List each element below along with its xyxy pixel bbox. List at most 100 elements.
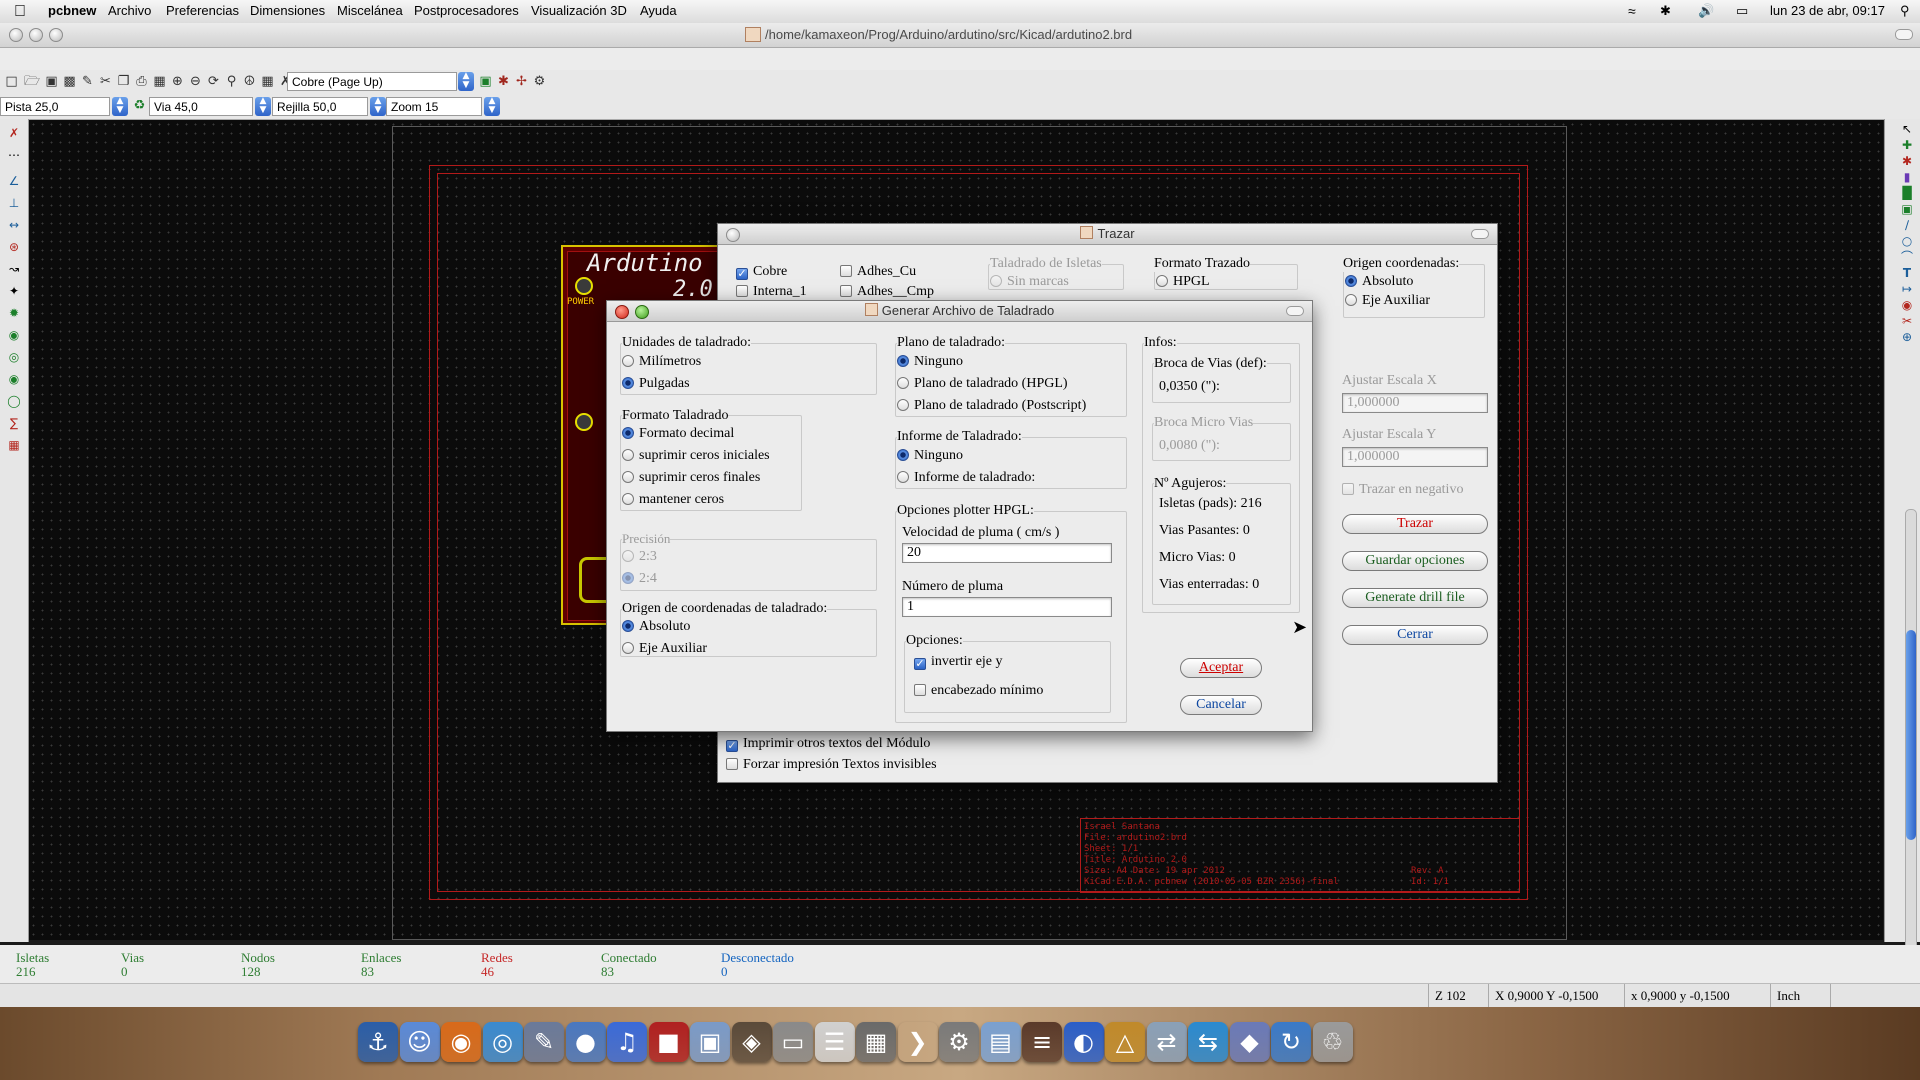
netlist-icon[interactable]: ▦	[260, 74, 275, 89]
itunes-icon[interactable]: ♫	[607, 1022, 647, 1062]
highlight-net-icon[interactable]: ✚	[1899, 137, 1915, 153]
suprimir-iniciales-radio[interactable]: suprimir ceros iniciales	[622, 448, 770, 464]
camera-icon[interactable]: ◈	[731, 1022, 772, 1062]
redraw-icon[interactable]: ⟳	[206, 74, 221, 89]
radio-icon[interactable]	[897, 377, 909, 389]
toolbar-toggle-button[interactable]	[1895, 29, 1913, 40]
save-icon[interactable]: ▣	[44, 74, 59, 89]
origen-absoluto-radio[interactable]: Absoluto	[1345, 274, 1413, 290]
drc-off-icon[interactable]: ✗	[6, 125, 22, 141]
generate-drill-file-button[interactable]: Generate drill file	[1342, 588, 1488, 608]
spotlight-search-icon[interactable]: ⚲	[1900, 3, 1910, 19]
trazar-button[interactable]: Trazar	[1342, 514, 1488, 534]
cut-icon[interactable]: ✂	[98, 74, 113, 89]
ratsnest-icon[interactable]: ✱	[496, 74, 511, 89]
checkbox-checked-icon[interactable]: ✓	[736, 268, 748, 280]
autodelete-track-icon[interactable]: ✹	[6, 305, 22, 321]
add-dimension-icon[interactable]: ↦	[1899, 281, 1915, 297]
pads-sketch-icon[interactable]: ◎	[6, 349, 22, 365]
textedit-icon[interactable]: ☰	[814, 1022, 855, 1062]
vertical-scrollbar[interactable]	[1905, 509, 1917, 951]
books-icon[interactable]: ≡	[1022, 1022, 1062, 1062]
menu-app-name[interactable]: pcbnew	[48, 3, 96, 18]
informe-ninguno-radio[interactable]: Ninguno	[897, 448, 963, 464]
scanner-icon[interactable]: ▭	[773, 1022, 813, 1062]
drill-close-button[interactable]	[615, 305, 629, 319]
radio-icon[interactable]	[622, 449, 634, 461]
package-icon[interactable]: ◆	[1229, 1022, 1270, 1062]
formato-decimal-radio[interactable]: Formato decimal	[622, 426, 734, 442]
milimetros-radio[interactable]: Milímetros	[622, 354, 701, 370]
grid-arrows[interactable]: ▲ ▼	[370, 97, 386, 116]
polar-coords-icon[interactable]: ∠	[6, 173, 22, 189]
radio-icon[interactable]	[622, 471, 634, 483]
trazar-toolbar-toggle[interactable]	[1471, 229, 1489, 239]
escala-y-input[interactable]: 1,000000	[1342, 447, 1488, 467]
cancelar-button[interactable]: Cancelar	[1180, 695, 1262, 715]
plano-hpgl-radio[interactable]: Plano de taladrado (HPGL)	[897, 376, 1068, 392]
radio-icon[interactable]	[897, 471, 909, 483]
autoplace-icon[interactable]: ⚙	[532, 74, 547, 89]
origen-eje-aux-radio[interactable]: Eje Auxiliar	[1345, 293, 1430, 309]
firefox-icon[interactable]: ◉	[441, 1022, 481, 1062]
local-ratsnest-icon[interactable]: ✱	[1899, 153, 1915, 169]
open-board-icon[interactable]: 🗁	[24, 74, 40, 89]
delete-item-icon[interactable]: ✂	[1899, 313, 1915, 329]
tracks-sketch-icon[interactable]: ◯	[6, 393, 22, 409]
layer-select[interactable]: Cobre (Page Up)	[287, 72, 457, 91]
preview-icon[interactable]: ✎	[524, 1022, 564, 1062]
add-circle-icon[interactable]: ○	[1899, 233, 1915, 249]
cursor-shape-icon[interactable]: ⊛	[6, 239, 22, 255]
radio-selected-icon[interactable]	[1345, 275, 1357, 287]
autoroute-icon[interactable]: ▣	[478, 74, 493, 89]
zoom-out-icon[interactable]: ⊖	[188, 74, 203, 89]
checkbox-checked-icon[interactable]: ✓	[914, 658, 926, 670]
radio-selected-icon[interactable]	[622, 427, 634, 439]
grid-select[interactable]: Rejilla 50,0	[272, 97, 368, 116]
grid-toggle-icon[interactable]: ⋯	[6, 147, 22, 163]
checkbox-checked-icon[interactable]: ✓	[726, 740, 738, 752]
kicad-icon[interactable]: △	[1105, 1022, 1145, 1062]
guardar-opciones-button[interactable]: Guardar opciones	[1342, 551, 1488, 571]
layer-cobre-check[interactable]: ✓ Cobre	[736, 264, 787, 280]
cerrar-button[interactable]: Cerrar	[1342, 625, 1488, 645]
battery-icon[interactable]: ▭	[1736, 3, 1748, 19]
ratsnest-toggle-icon[interactable]: ↝	[6, 261, 22, 277]
trash-icon[interactable]: ♲	[1312, 1022, 1353, 1062]
vertical-scroll-thumb[interactable]	[1906, 630, 1916, 840]
module-ratsnest-icon[interactable]: ✢	[514, 74, 529, 89]
checkbox-icon[interactable]	[914, 684, 926, 696]
layer-interna1-check[interactable]: Interna_1	[736, 284, 807, 300]
zoom-select[interactable]: Zoom 15	[386, 97, 482, 116]
track-width-select[interactable]: Pista 25,0	[0, 97, 110, 116]
zoom-arrows[interactable]: ▲ ▼	[484, 97, 500, 116]
add-text-icon[interactable]: T	[1899, 265, 1915, 281]
add-track-icon[interactable]: █	[1899, 185, 1915, 201]
via-size-arrows[interactable]: ▲ ▼	[255, 97, 271, 116]
track-width-arrows[interactable]: ▲ ▼	[112, 97, 128, 116]
mantener-ceros-radio[interactable]: mantener ceros	[622, 492, 724, 508]
new-board-icon[interactable]: □	[4, 74, 19, 89]
sync-icon[interactable]: ↻	[1271, 1022, 1311, 1062]
radio-selected-icon[interactable]	[622, 620, 634, 632]
trazar-close-button[interactable]	[726, 228, 740, 242]
negativo-check[interactable]: Trazar en negativo	[1342, 482, 1463, 498]
page-settings-icon[interactable]: ✎	[80, 74, 95, 89]
migration-icon[interactable]: ⇄	[1146, 1022, 1187, 1062]
print-icon[interactable]: ⎙	[134, 74, 149, 89]
vias-sketch-icon[interactable]: ◉	[6, 371, 22, 387]
photobooth-icon[interactable]: ■	[648, 1022, 689, 1062]
zone-fill-toggle-icon[interactable]: ◉	[6, 327, 22, 343]
teamviewer-icon[interactable]: ⇆	[1188, 1022, 1228, 1062]
zoom-window-button[interactable]	[49, 28, 63, 42]
terminal-icon[interactable]: ❯	[898, 1022, 938, 1062]
layer-manager-icon[interactable]: ▦	[6, 437, 22, 453]
menu-miscelanea[interactable]: Miscelánea	[337, 3, 403, 18]
select-arrow-icon[interactable]: ↖	[1899, 121, 1915, 137]
informe-si-radio[interactable]: Informe de taladrado:	[897, 470, 1035, 486]
units-inch-icon[interactable]: ⊥	[6, 195, 22, 211]
suprimir-finales-radio[interactable]: suprimir ceros finales	[622, 470, 760, 486]
forzar-textos-check[interactable]: Forzar impresión Textos invisibles	[726, 757, 937, 773]
velocidad-input[interactable]: 20	[902, 543, 1112, 563]
checkbox-icon[interactable]	[840, 285, 852, 297]
